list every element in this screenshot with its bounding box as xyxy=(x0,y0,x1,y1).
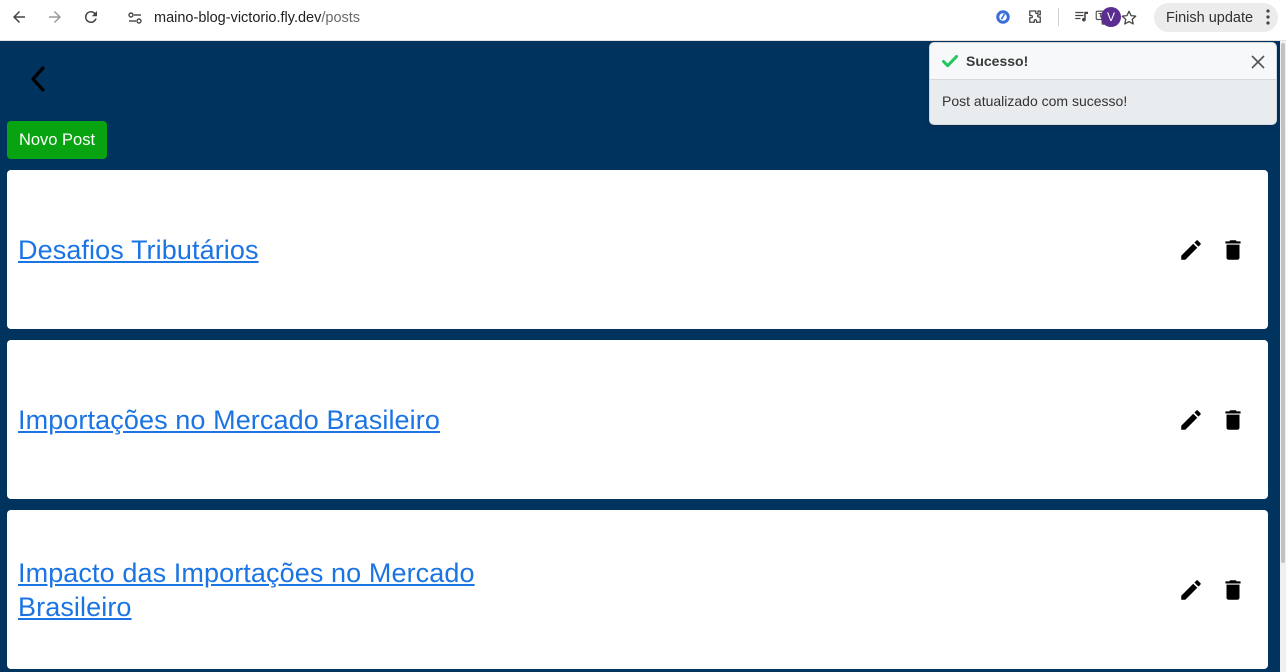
forward-arrow-icon[interactable] xyxy=(42,5,68,29)
post-title-link[interactable]: Importações no Mercado Brasileiro xyxy=(18,403,440,437)
toast-header: Sucesso! xyxy=(930,43,1276,80)
more-menu-icon[interactable] xyxy=(1262,8,1274,26)
delete-trash-icon[interactable] xyxy=(1220,407,1246,433)
extensions-puzzle-icon[interactable] xyxy=(1022,5,1048,29)
page-scrollbar[interactable] xyxy=(1280,41,1286,672)
edit-pencil-icon[interactable] xyxy=(1178,407,1204,433)
edit-pencil-icon[interactable] xyxy=(1178,577,1204,603)
url-path: /posts xyxy=(321,9,361,26)
success-toast: Sucesso! Post atualizado com sucesso! xyxy=(929,42,1277,125)
page-content: Novo Post Desafios Tributários Importaçõ… xyxy=(0,41,1280,672)
reload-icon[interactable] xyxy=(78,5,104,29)
toast-message: Post atualizado com sucesso! xyxy=(942,93,1128,109)
toolbar-separator xyxy=(1058,8,1059,26)
url-host: maino-blog-victorio.fly.dev xyxy=(154,9,322,26)
post-title-link[interactable]: Impacto das Importações no Mercado Brasi… xyxy=(18,556,538,624)
site-settings-icon[interactable] xyxy=(122,8,148,28)
scrollbar-thumb[interactable] xyxy=(1281,43,1285,563)
post-card: Importações no Mercado Brasileiro xyxy=(7,340,1268,499)
new-post-button[interactable]: Novo Post xyxy=(7,121,107,159)
finish-update-button[interactable]: Finish update xyxy=(1154,3,1278,32)
post-list: Desafios Tributários Importações no Merc… xyxy=(7,170,1268,672)
checkmark-icon xyxy=(941,52,959,70)
post-card: Impacto das Importações no Mercado Brasi… xyxy=(7,510,1268,669)
back-chevron-icon[interactable] xyxy=(26,63,50,95)
finish-update-label: Finish update xyxy=(1166,9,1254,26)
post-card: Desafios Tributários xyxy=(7,170,1268,329)
media-control-icon[interactable] xyxy=(1069,5,1095,29)
delete-trash-icon[interactable] xyxy=(1220,237,1246,263)
back-arrow-icon[interactable] xyxy=(6,5,32,29)
extension-logo-icon[interactable] xyxy=(990,5,1016,29)
browser-toolbar: maino-blog-victorio.fly.dev/posts V Fini… xyxy=(0,0,1286,41)
post-title-link[interactable]: Desafios Tributários xyxy=(18,233,259,267)
url-text: maino-blog-victorio.fly.dev/posts xyxy=(154,10,360,26)
delete-trash-icon[interactable] xyxy=(1220,577,1246,603)
close-icon[interactable] xyxy=(1248,52,1268,72)
profile-avatar[interactable]: V xyxy=(1101,7,1121,27)
toast-title: Sucesso! xyxy=(966,53,1029,69)
edit-pencil-icon[interactable] xyxy=(1178,237,1204,263)
